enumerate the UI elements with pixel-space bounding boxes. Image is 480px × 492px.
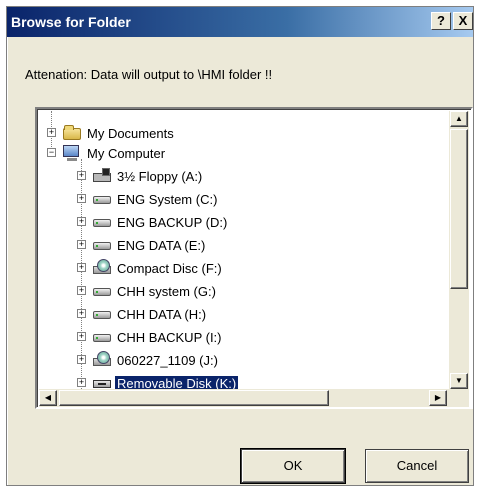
help-button[interactable]: ? <box>431 12 451 30</box>
tree-item-label: 060227_1109 (J:) <box>117 353 218 368</box>
removable-disk-icon <box>93 380 111 388</box>
hard-drive-icon <box>93 311 111 319</box>
window-title: Browse for Folder <box>11 14 131 30</box>
scroll-down-button[interactable]: ▼ <box>450 373 468 389</box>
tree-item-eng-system-c[interactable]: + ENG System (C:) <box>39 189 439 211</box>
scrollbar-corner <box>449 389 469 407</box>
expand-icon[interactable]: + <box>77 332 86 341</box>
expand-icon[interactable]: + <box>77 171 86 180</box>
folder-tree[interactable]: + My Documents − My Computer + 3½ Floppy… <box>35 107 473 409</box>
vertical-scrollbar[interactable]: ▲ ▼ <box>449 111 469 389</box>
tree-item-chh-system-g[interactable]: + CHH system (G:) <box>39 281 439 303</box>
tree-item-label: ENG DATA (E:) <box>117 238 206 253</box>
tree-item-label: Compact Disc (F:) <box>117 261 222 276</box>
tree-item-label: ENG BACKUP (D:) <box>117 215 228 230</box>
tree-item-chh-data-h[interactable]: + CHH DATA (H:) <box>39 304 439 326</box>
floppy-drive-icon <box>93 168 111 182</box>
tree-item-label: My Computer <box>87 146 166 161</box>
vertical-scroll-thumb[interactable] <box>450 129 468 289</box>
scroll-left-button[interactable]: ◀ <box>39 390 57 406</box>
browse-for-folder-dialog: Browse for Folder ? X Attenation: Data w… <box>6 6 474 486</box>
tree-item-chh-backup-i[interactable]: + CHH BACKUP (I:) <box>39 327 439 349</box>
tree-item-label: CHH DATA (H:) <box>117 307 207 322</box>
expand-icon[interactable]: + <box>77 286 86 295</box>
tree-item-floppy-a[interactable]: + 3½ Floppy (A:) <box>39 166 439 188</box>
tree-item-label: CHH BACKUP (I:) <box>117 330 222 345</box>
expand-icon[interactable]: + <box>77 309 86 318</box>
expand-icon[interactable]: + <box>77 194 86 203</box>
horizontal-scrollbar[interactable]: ◀ ▶ <box>39 389 449 407</box>
expand-icon[interactable]: + <box>47 128 56 137</box>
horizontal-scroll-thumb[interactable] <box>59 390 329 406</box>
ok-button[interactable]: OK <box>240 448 346 484</box>
tree-item-label: ENG System (C:) <box>117 192 218 207</box>
tree-item-my-computer[interactable]: − My Computer <box>39 143 439 165</box>
hard-drive-icon <box>93 219 111 227</box>
scroll-up-button[interactable]: ▲ <box>450 111 468 127</box>
tree-item-label: My Documents <box>87 126 174 141</box>
info-message: Attenation: Data will output to \HMI fol… <box>25 67 273 82</box>
expand-icon[interactable]: + <box>77 263 86 272</box>
hard-drive-icon <box>93 334 111 342</box>
close-button[interactable]: X <box>453 12 473 30</box>
tree-item-compact-disc-f[interactable]: + Compact Disc (F:) <box>39 258 439 280</box>
scroll-right-button[interactable]: ▶ <box>429 390 447 406</box>
folder-icon <box>63 125 81 140</box>
collapse-icon[interactable]: − <box>47 148 56 157</box>
cd-drive-icon <box>93 259 111 274</box>
tree-item-removable-disk-k[interactable]: + Removable Disk (K:) <box>39 373 439 389</box>
expand-icon[interactable]: + <box>77 217 86 226</box>
title-bar[interactable]: Browse for Folder ? X <box>7 7 473 37</box>
tree-item-060227-1109-j[interactable]: + 060227_1109 (J:) <box>39 350 439 372</box>
hard-drive-icon <box>93 288 111 296</box>
computer-icon <box>63 145 79 161</box>
tree-viewport: + My Documents − My Computer + 3½ Floppy… <box>39 111 449 389</box>
cd-drive-icon <box>93 351 111 366</box>
tree-item-label: 3½ Floppy (A:) <box>117 169 203 184</box>
tree-item-label: CHH system (G:) <box>117 284 216 299</box>
tree-item-eng-backup-d[interactable]: + ENG BACKUP (D:) <box>39 212 439 234</box>
expand-icon[interactable]: + <box>77 378 86 387</box>
cancel-button[interactable]: Cancel <box>365 449 469 483</box>
tree-item-eng-data-e[interactable]: + ENG DATA (E:) <box>39 235 439 257</box>
tree-item-my-documents[interactable]: + My Documents <box>39 123 439 145</box>
hard-drive-icon <box>93 242 111 250</box>
tree-item-label: Removable Disk (K:) <box>113 375 240 389</box>
expand-icon[interactable]: + <box>77 355 86 364</box>
hard-drive-icon <box>93 196 111 204</box>
expand-icon[interactable]: + <box>77 240 86 249</box>
